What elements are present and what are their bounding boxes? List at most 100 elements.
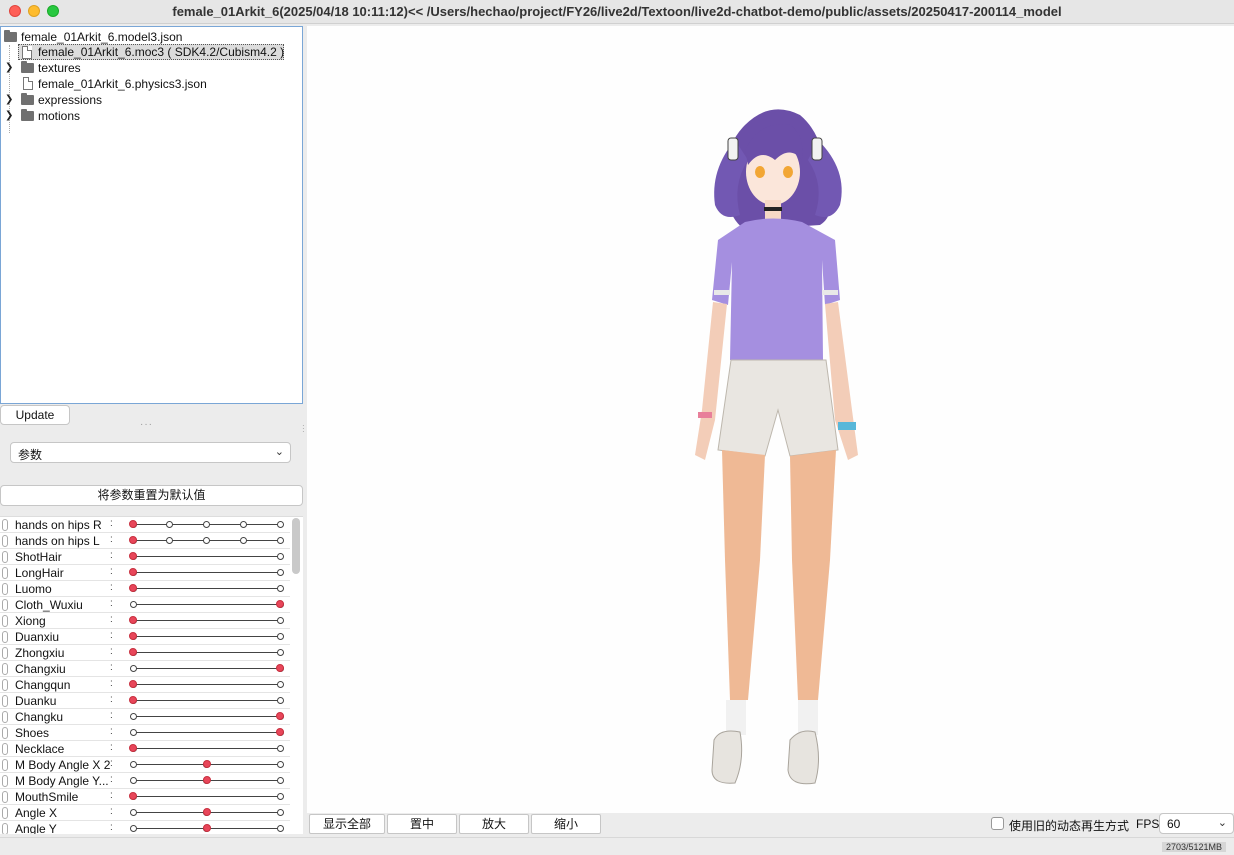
parameter-slider-track[interactable]	[133, 732, 280, 733]
parameter-separator: :	[110, 822, 113, 833]
drag-handle-icon[interactable]	[2, 679, 8, 691]
parameter-scrollbar[interactable]	[292, 518, 300, 574]
drag-handle-icon[interactable]	[2, 599, 8, 611]
drag-handle-icon[interactable]	[2, 567, 8, 579]
slider-tick	[276, 681, 284, 688]
tree-item-moc3[interactable]: female_01Arkit_6.moc3 ( SDK4.2/Cubism4.2…	[18, 44, 284, 60]
parameter-slider-track[interactable]	[133, 620, 280, 621]
parameter-list[interactable]: hands on hips R: hands on hips L: ShotHair…	[0, 516, 303, 834]
mode-select[interactable]: 参数 ⌄	[10, 442, 291, 463]
parameter-slider-knob[interactable]	[202, 760, 211, 768]
parameter-row[interactable]: Angle X:	[0, 805, 290, 821]
update-button[interactable]: Update	[0, 405, 70, 425]
parameter-slider-knob[interactable]	[129, 648, 137, 656]
parameter-row[interactable]: Luomo:	[0, 581, 290, 597]
parameter-row[interactable]: LongHair:	[0, 565, 290, 581]
model-file-tree[interactable]: female_01Arkit_6.model3.json female_01Ar…	[0, 26, 303, 404]
parameter-slider-track[interactable]	[133, 572, 280, 573]
parameter-row[interactable]: Changxiu:	[0, 661, 290, 677]
reset-parameters-button[interactable]: 将参数重置为默认值	[0, 485, 303, 506]
drag-handle-icon[interactable]	[2, 647, 8, 659]
parameter-row[interactable]: Changku:	[0, 709, 290, 725]
parameter-row[interactable]: MouthSmile:	[0, 789, 290, 805]
chevron-right-icon[interactable]: ❯	[5, 92, 15, 108]
drag-handle-icon[interactable]	[2, 727, 8, 739]
parameter-row[interactable]: Shoes:	[0, 725, 290, 741]
drag-handle-icon[interactable]	[2, 535, 8, 547]
parameter-slider-knob[interactable]	[276, 664, 284, 672]
parameter-row[interactable]: Xiong:	[0, 613, 290, 629]
parameter-row[interactable]: Zhongxiu:	[0, 645, 290, 661]
parameter-slider-track[interactable]	[133, 588, 280, 589]
drag-handle-icon[interactable]	[2, 551, 8, 563]
tree-root[interactable]: female_01Arkit_6.model3.json	[3, 29, 299, 45]
parameter-slider-track[interactable]	[133, 796, 280, 797]
tree-item-physics[interactable]: female_01Arkit_6.physics3.json	[3, 76, 293, 92]
parameter-row[interactable]: Duanku:	[0, 693, 290, 709]
parameter-slider-knob[interactable]	[129, 632, 137, 640]
legacy-playback-checkbox[interactable]	[991, 817, 1004, 830]
tree-item-textures[interactable]: ❯ textures	[3, 60, 293, 76]
tree-item-motions[interactable]: ❯ motions	[3, 108, 293, 124]
parameter-row[interactable]: Necklace:	[0, 741, 290, 757]
parameter-slider-knob[interactable]	[129, 696, 137, 704]
parameter-slider-knob[interactable]	[129, 792, 137, 800]
chevron-right-icon[interactable]: ❯	[5, 60, 15, 76]
parameter-slider-track[interactable]	[133, 604, 280, 605]
parameter-slider-knob[interactable]	[202, 808, 211, 816]
parameter-slider-track[interactable]	[133, 684, 280, 685]
chevron-right-icon[interactable]: ❯	[5, 108, 15, 124]
fps-select[interactable]: 60 ⌄	[1159, 813, 1234, 834]
parameter-slider-knob[interactable]	[129, 536, 137, 544]
parameter-row[interactable]: M Body Angle Y...:	[0, 773, 290, 789]
drag-handle-icon[interactable]	[2, 711, 8, 723]
parameter-slider-knob[interactable]	[276, 600, 284, 608]
parameter-row[interactable]: ShotHair:	[0, 549, 290, 565]
drag-handle-icon[interactable]	[2, 663, 8, 675]
parameter-row[interactable]: hands on hips R:	[0, 517, 290, 533]
tree-item-expressions[interactable]: ❯ expressions	[3, 92, 293, 108]
center-button[interactable]: 置中	[387, 814, 457, 834]
parameter-slider-track[interactable]	[133, 556, 280, 557]
parameter-slider-knob[interactable]	[276, 728, 284, 736]
model-viewer-canvas[interactable]	[307, 26, 1234, 813]
parameter-slider-track[interactable]	[133, 700, 280, 701]
parameter-row[interactable]: Changqun:	[0, 677, 290, 693]
show-all-button[interactable]: 显示全部	[309, 814, 385, 834]
zoom-out-button[interactable]: 缩小	[531, 814, 601, 834]
parameter-row[interactable]: Angle Y:	[0, 821, 290, 834]
drag-handle-icon[interactable]	[2, 631, 8, 643]
drag-handle-icon[interactable]	[2, 807, 8, 819]
parameter-slider-knob[interactable]	[129, 520, 137, 528]
parameter-slider-knob[interactable]	[276, 712, 284, 720]
parameter-slider-track[interactable]	[133, 668, 280, 669]
parameter-row[interactable]: Duanxiu:	[0, 629, 290, 645]
vertical-splitter-handle[interactable]: · · ·	[302, 422, 306, 436]
parameter-row[interactable]: M Body Angle X 2:	[0, 757, 290, 773]
drag-handle-icon[interactable]	[2, 583, 8, 595]
drag-handle-icon[interactable]	[2, 519, 8, 531]
parameter-slider-track[interactable]	[133, 636, 280, 637]
parameter-row[interactable]: Cloth_Wuxiu:	[0, 597, 290, 613]
parameter-slider-track[interactable]	[133, 748, 280, 749]
drag-handle-icon[interactable]	[2, 823, 8, 834]
parameter-slider-knob[interactable]	[202, 776, 211, 784]
splitter-handle[interactable]: ···	[140, 419, 153, 430]
parameter-slider-knob[interactable]	[129, 552, 137, 560]
parameter-slider-knob[interactable]	[202, 824, 211, 832]
parameter-slider-knob[interactable]	[129, 744, 137, 752]
parameter-slider-knob[interactable]	[129, 568, 137, 576]
parameter-slider-knob[interactable]	[129, 584, 137, 592]
parameter-slider-knob[interactable]	[129, 616, 137, 624]
drag-handle-icon[interactable]	[2, 615, 8, 627]
drag-handle-icon[interactable]	[2, 743, 8, 755]
zoom-in-button[interactable]: 放大	[459, 814, 529, 834]
parameter-row[interactable]: hands on hips L:	[0, 533, 290, 549]
parameter-slider-track[interactable]	[133, 652, 280, 653]
drag-handle-icon[interactable]	[2, 695, 8, 707]
parameter-slider-track[interactable]	[133, 716, 280, 717]
drag-handle-icon[interactable]	[2, 791, 8, 803]
drag-handle-icon[interactable]	[2, 759, 8, 771]
parameter-slider-knob[interactable]	[129, 680, 137, 688]
drag-handle-icon[interactable]	[2, 775, 8, 787]
